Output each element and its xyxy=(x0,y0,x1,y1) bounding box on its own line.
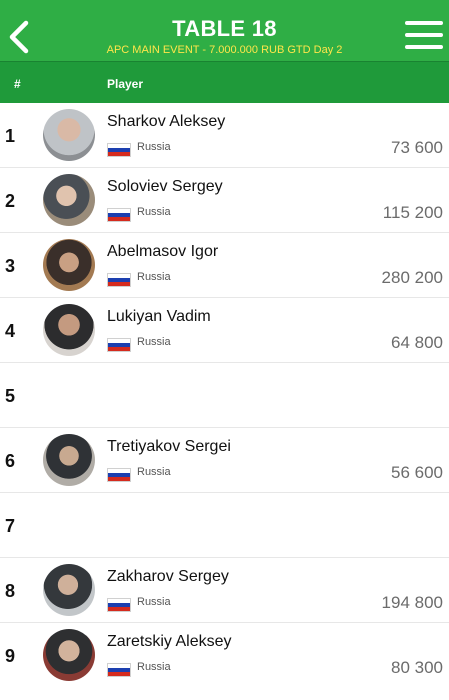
player-country: Russia xyxy=(137,596,171,608)
player-name: Abelmasov Igor xyxy=(107,243,219,260)
player-country: Russia xyxy=(137,466,171,478)
player-name: Zaretskiy Aleksey xyxy=(107,633,232,650)
seat-number: 8 xyxy=(5,581,16,601)
seat-row[interactable]: 3 Abelmasov Igor Russia 280 200 xyxy=(0,233,449,298)
hamburger-menu-icon xyxy=(405,33,443,37)
russia-flag-icon xyxy=(107,663,131,677)
hamburger-menu-icon xyxy=(405,45,443,49)
seat-row[interactable]: 6 Tretiyakov Sergei Russia 56 600 xyxy=(0,428,449,493)
russia-flag-icon xyxy=(107,208,131,222)
seat-number: 6 xyxy=(5,451,16,471)
seat-number: 9 xyxy=(5,646,16,666)
seat-number: 7 xyxy=(5,516,16,536)
seat-row[interactable]: 9 Zaretskiy Aleksey Russia 80 300 xyxy=(0,623,449,688)
player-avatar xyxy=(43,109,95,161)
seat-number: 2 xyxy=(5,191,16,211)
seat-number: 1 xyxy=(5,126,16,146)
chip-count: 115 200 xyxy=(382,203,443,222)
player-country: Russia xyxy=(137,141,171,153)
seat-row[interactable]: 4 Lukiyan Vadim Russia 64 800 xyxy=(0,298,449,363)
player-avatar xyxy=(43,564,95,616)
seat-row-empty[interactable]: 7 xyxy=(0,493,449,558)
player-country: Russia xyxy=(137,206,171,218)
player-country: Russia xyxy=(137,336,171,348)
chip-count: 194 800 xyxy=(381,593,443,612)
player-avatar xyxy=(43,629,95,681)
player-avatar xyxy=(43,434,95,486)
event-subtitle: APC MAIN EVENT - 7.000.000 RUB GTD Day 2 xyxy=(106,44,343,56)
column-seat-label: # xyxy=(14,77,21,91)
player-name: Tretiyakov Sergei xyxy=(107,438,231,455)
hamburger-menu-icon xyxy=(405,21,443,25)
russia-flag-icon xyxy=(107,468,131,482)
column-header: # Player xyxy=(0,61,449,103)
player-country: Russia xyxy=(137,661,171,673)
seat-row[interactable]: 8 Zakharov Sergey Russia 194 800 xyxy=(0,558,449,623)
chip-count: 80 300 xyxy=(391,658,443,677)
top-bar: TABLE 18 APC MAIN EVENT - 7.000.000 RUB … xyxy=(0,0,449,61)
seat-row-empty[interactable]: 5 xyxy=(0,363,449,428)
seat-number: 5 xyxy=(5,386,16,406)
menu-button[interactable] xyxy=(405,21,443,51)
russia-flag-icon xyxy=(107,273,131,287)
player-name: Sharkov Aleksey xyxy=(107,113,226,130)
russia-flag-icon xyxy=(107,338,131,352)
seat-row[interactable]: 1 Sharkov Aleksey Russia 73 600 xyxy=(0,103,449,168)
page-title: TABLE 18 xyxy=(172,16,277,41)
chip-count: 73 600 xyxy=(391,138,443,157)
player-name: Lukiyan Vadim xyxy=(107,308,211,325)
player-avatar xyxy=(43,174,95,226)
seat-number: 4 xyxy=(5,321,16,341)
seat-row[interactable]: 2 Soloviev Sergey Russia 115 200 xyxy=(0,168,449,233)
player-avatar xyxy=(43,304,95,356)
russia-flag-icon xyxy=(107,143,131,157)
player-name: Zakharov Sergey xyxy=(107,568,229,585)
player-avatar xyxy=(43,239,95,291)
column-player-label: Player xyxy=(107,77,144,91)
player-country: Russia xyxy=(137,271,171,283)
russia-flag-icon xyxy=(107,598,131,612)
chip-count: 280 200 xyxy=(381,268,443,287)
seat-number: 3 xyxy=(5,256,16,276)
chip-count: 56 600 xyxy=(391,463,443,482)
chip-count: 64 800 xyxy=(391,333,443,352)
player-name: Soloviev Sergey xyxy=(107,178,223,195)
